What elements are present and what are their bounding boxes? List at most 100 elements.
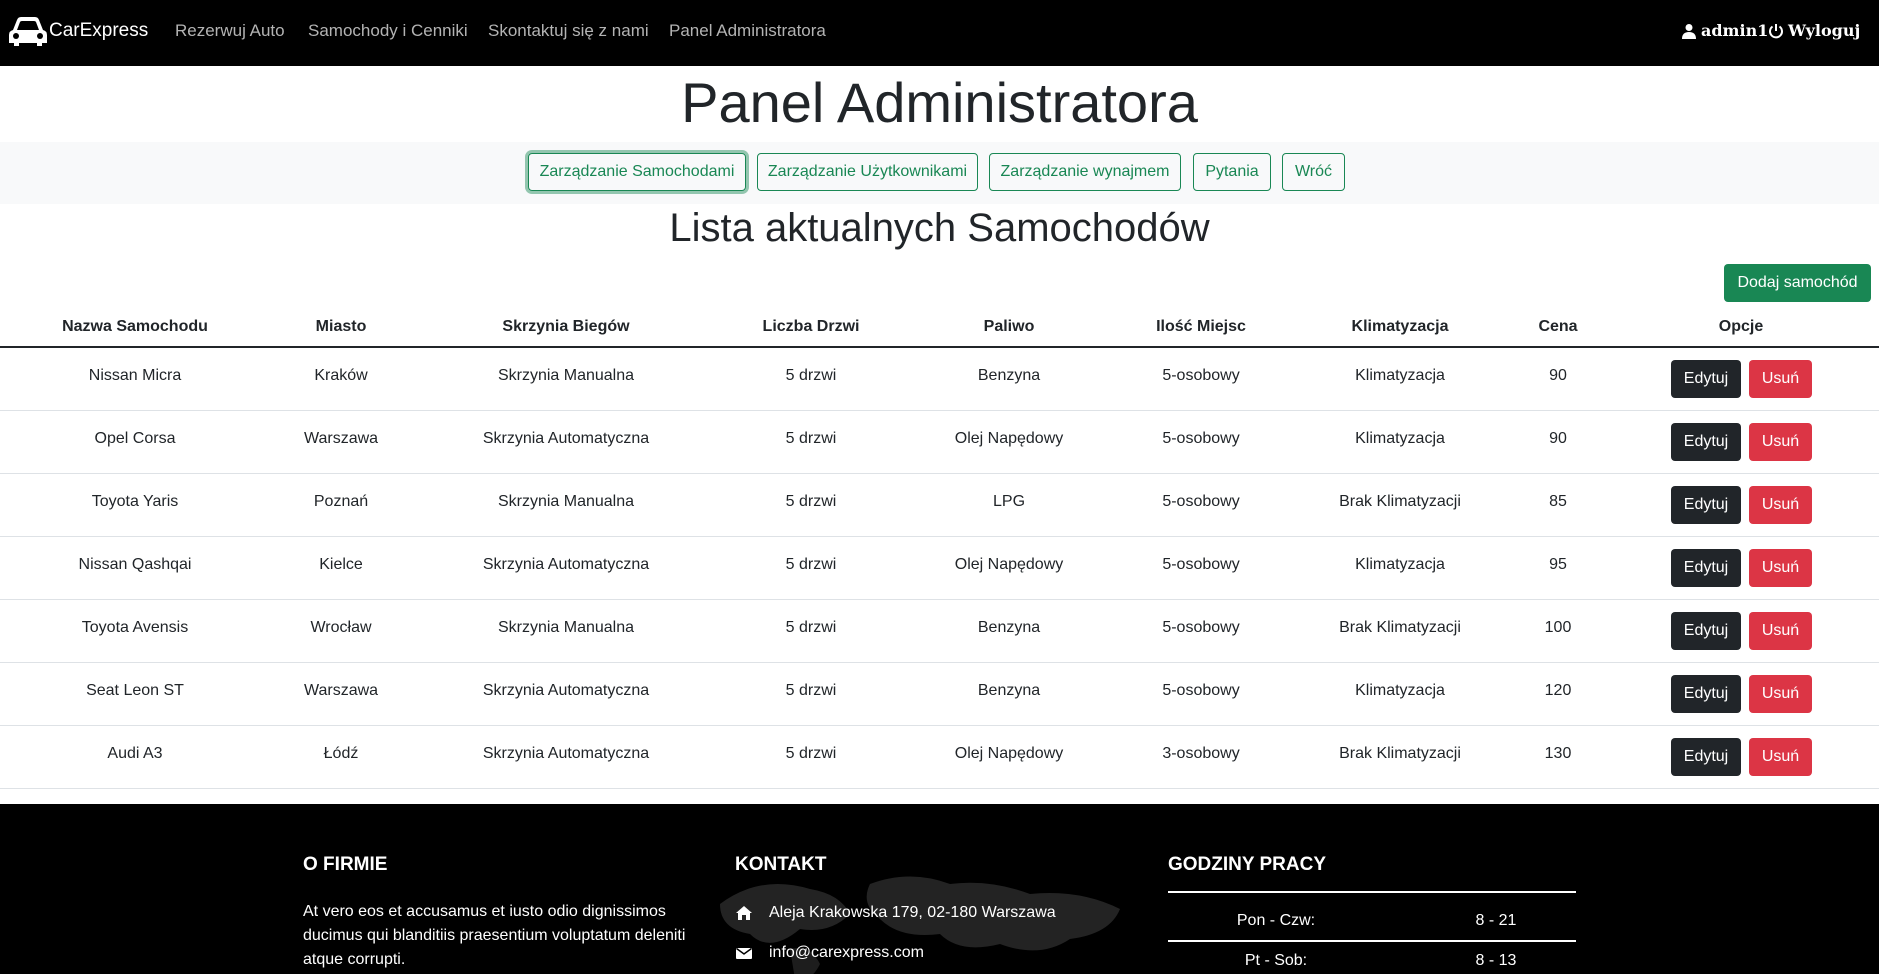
col-header-city: Miasto: [315, 318, 367, 335]
home-icon: [736, 906, 752, 920]
cell-ac: Brak Klimatyzacji: [1339, 745, 1461, 762]
cell-city: Kielce: [319, 556, 363, 573]
edit-button[interactable]: Edytuj: [1671, 423, 1741, 461]
cell-fuel: Olej Napędowy: [954, 556, 1064, 573]
delete-button[interactable]: Usuń: [1749, 738, 1812, 776]
nav-link-panel[interactable]: Panel Administratora: [669, 21, 826, 41]
cell-price: 85: [1549, 493, 1567, 510]
cell-seats: 5-osobowy: [1162, 430, 1240, 447]
cell-ac: Brak Klimatyzacji: [1339, 493, 1461, 510]
col-header-seats: Ilość Miejsc: [1156, 318, 1246, 335]
cell-fuel: Olej Napędowy: [954, 430, 1064, 447]
hours-divider: [1168, 940, 1576, 942]
brand-link[interactable]: CarExpress: [7, 14, 148, 48]
cell-gearbox: Skrzynia Automatyczna: [482, 682, 650, 699]
delete-button[interactable]: Usuń: [1749, 423, 1812, 461]
footer-about-text: At vero eos et accusamus et iusto odio d…: [303, 903, 686, 968]
cell-doors: 5 drzwi: [785, 493, 837, 510]
delete-button[interactable]: Usuń: [1749, 360, 1812, 398]
cell-seats: 5-osobowy: [1162, 556, 1240, 573]
row-divider: [0, 410, 1879, 411]
hours-days: Pt - Sob:: [1244, 952, 1308, 969]
logout-link[interactable]: Wyloguj: [1768, 21, 1860, 40]
cell-doors: 5 drzwi: [785, 682, 837, 699]
cell-gearbox: Skrzynia Automatyczna: [482, 745, 650, 762]
edit-button[interactable]: Edytuj: [1671, 360, 1741, 398]
footer-about-title: O FIRMIE: [303, 854, 388, 875]
edit-button[interactable]: Edytuj: [1671, 612, 1741, 650]
tab-cars[interactable]: Zarządzanie Samochodami: [528, 153, 746, 191]
cell-price: 120: [1544, 682, 1572, 699]
cell-city: Kraków: [314, 367, 368, 384]
row-divider: [0, 473, 1879, 474]
cell-gearbox: Skrzynia Manualna: [497, 619, 635, 636]
cell-doors: 5 drzwi: [785, 619, 837, 636]
cell-city: Wrocław: [310, 619, 372, 636]
tab-rentals[interactable]: Zarządzanie wynajmem: [989, 153, 1181, 191]
footer-email[interactable]: info@carexpress.com: [735, 944, 924, 962]
cell-gearbox: Skrzynia Manualna: [497, 493, 635, 510]
address-text: Aleja Krakowska 179, 02-180 Warszawa: [769, 904, 1056, 921]
brand-name: CarExpress: [49, 20, 149, 41]
cell-ac: Klimatyzacja: [1355, 367, 1445, 384]
nav-link-samochody[interactable]: Samochody i Cenniki: [308, 21, 468, 41]
tab-back[interactable]: Wróć: [1282, 153, 1345, 191]
cell-name: Nissan Qashqai: [78, 556, 192, 573]
cell-doors: 5 drzwi: [785, 367, 837, 384]
cell-city: Warszawa: [303, 682, 379, 699]
edit-button[interactable]: Edytuj: [1671, 675, 1741, 713]
cell-fuel: Olej Napędowy: [954, 745, 1064, 762]
email-text: info@carexpress.com: [769, 944, 924, 961]
delete-button[interactable]: Usuń: [1749, 612, 1812, 650]
cell-ac: Klimatyzacja: [1355, 682, 1445, 699]
cell-city: Warszawa: [303, 430, 379, 447]
cell-seats: 5-osobowy: [1162, 682, 1240, 699]
cell-ac: Klimatyzacja: [1355, 556, 1445, 573]
username: admin1: [1701, 21, 1769, 40]
nav-link-kontakt[interactable]: Skontaktuj się z nami: [488, 21, 649, 41]
delete-button[interactable]: Usuń: [1749, 549, 1812, 587]
col-header-options: Opcje: [1718, 318, 1764, 335]
row-divider: [0, 599, 1879, 600]
add-car-button[interactable]: Dodaj samochód: [1724, 264, 1871, 302]
edit-button[interactable]: Edytuj: [1671, 486, 1741, 524]
hours-divider-top: [1168, 891, 1576, 893]
hours-time: 8 - 13: [1475, 952, 1517, 969]
cell-gearbox: Skrzynia Automatyczna: [482, 430, 650, 447]
cell-doors: 5 drzwi: [785, 556, 837, 573]
power-icon: [1769, 23, 1783, 38]
edit-button[interactable]: Edytuj: [1671, 549, 1741, 587]
cell-seats: 3-osobowy: [1162, 745, 1240, 762]
cell-name: Nissan Micra: [88, 367, 182, 384]
cell-gearbox: Skrzynia Manualna: [497, 367, 635, 384]
envelope-icon: [736, 947, 752, 959]
user-link[interactable]: admin1: [1681, 21, 1768, 40]
section-title: Lista aktualnych Samochodów: [669, 206, 1210, 250]
footer: O FIRMIE At vero eos et accusamus et ius…: [0, 804, 1879, 974]
nav-link-rezerwuj[interactable]: Rezerwuj Auto: [175, 21, 285, 41]
row-divider: [0, 788, 1879, 789]
delete-button[interactable]: Usuń: [1749, 486, 1812, 524]
tab-questions[interactable]: Pytania: [1193, 153, 1271, 191]
tab-users[interactable]: Zarządzanie Użytkownikami: [757, 153, 978, 191]
row-divider: [0, 725, 1879, 726]
col-header-ac: Klimatyzacja: [1351, 318, 1449, 335]
cell-price: 90: [1549, 367, 1567, 384]
edit-button[interactable]: Edytuj: [1671, 738, 1741, 776]
cell-price: 100: [1544, 619, 1572, 636]
cell-ac: Klimatyzacja: [1355, 430, 1445, 447]
cell-fuel: Benzyna: [977, 367, 1041, 384]
cell-gearbox: Skrzynia Automatyczna: [482, 556, 650, 573]
row-divider: [0, 536, 1879, 537]
footer-address: Aleja Krakowska 179, 02-180 Warszawa: [735, 904, 1056, 922]
user-icon: [1682, 23, 1696, 39]
footer-hours-title: GODZINY PRACY: [1168, 854, 1327, 875]
cell-seats: 5-osobowy: [1162, 367, 1240, 384]
col-header-price: Cena: [1538, 318, 1578, 335]
delete-button[interactable]: Usuń: [1749, 675, 1812, 713]
cell-doors: 5 drzwi: [785, 745, 837, 762]
cell-name: Toyota Avensis: [81, 619, 189, 636]
cell-doors: 5 drzwi: [785, 430, 837, 447]
cell-price: 130: [1544, 745, 1572, 762]
col-header-doors: Liczba Drzwi: [762, 318, 860, 335]
